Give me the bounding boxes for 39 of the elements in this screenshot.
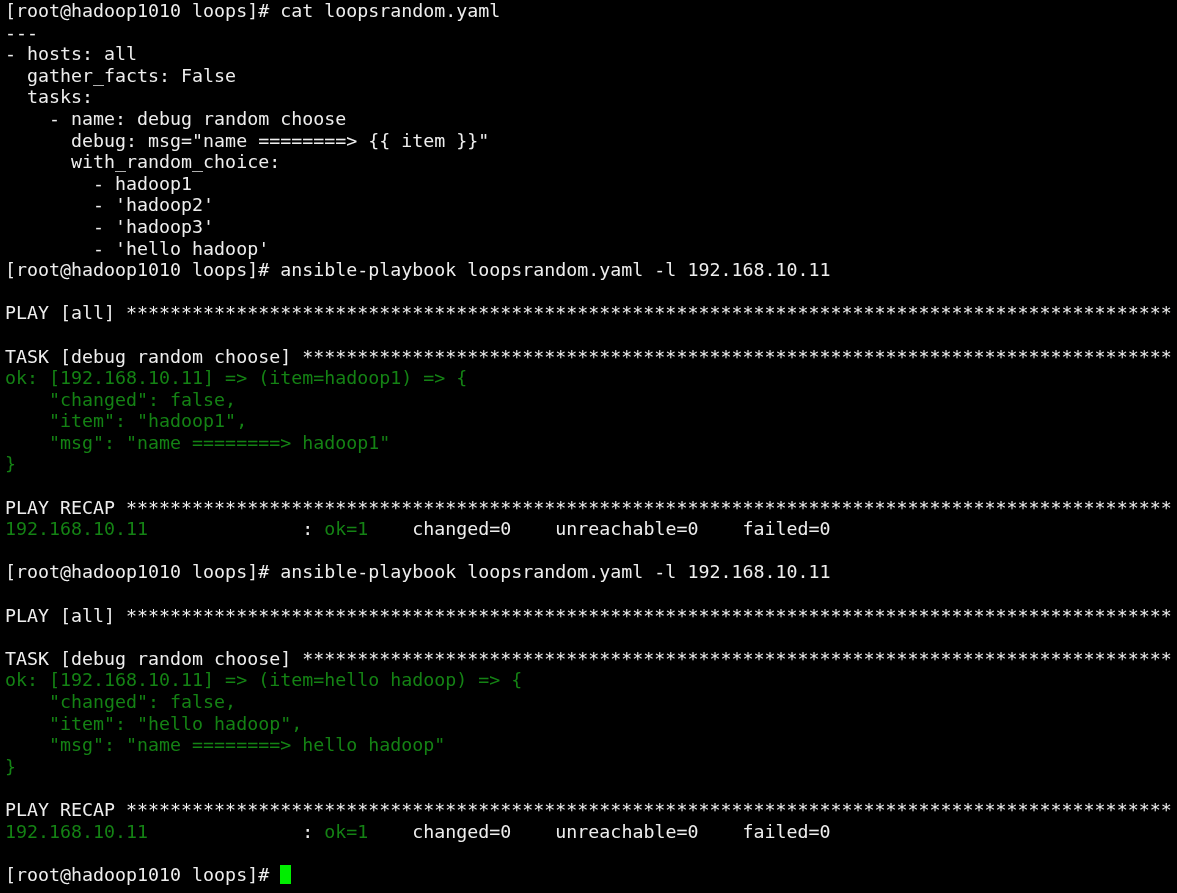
terminal-text: : <box>301 518 315 540</box>
terminal-text: TASK [debug random choose] ******************************************************************************* <box>5 647 1172 670</box>
terminal-text: "item": "hadoop1", <box>48 410 248 432</box>
terminal-text: ok: [192.168.10.11] => (item=hadoop1) => { <box>5 367 468 389</box>
terminal-text: PLAY [all] *********************************************************************************************** <box>5 604 1172 627</box>
terminal-text: } <box>5 755 16 778</box>
terminal-text: [root@hadoop1010 loops]# ansible-playbook loopsrandom.yaml -l 192.168.10.11 <box>5 561 831 584</box>
terminal-text: ok=1 <box>324 518 369 540</box>
terminal-text: PLAY RECAP *********************************************************************************************** <box>5 496 1172 519</box>
terminal-text: TASK [debug random choose] ******************************************************************************* <box>5 345 1172 368</box>
terminal-text: "changed": false, <box>48 388 237 411</box>
terminal-text: "msg": "name ========> hadoop1" <box>48 431 391 454</box>
terminal-text: : <box>301 820 315 843</box>
terminal-text: [root@hadoop1010 loops]# cat loopsrandom.yaml <box>5 0 501 22</box>
terminal-text: ok: [192.168.10.11] => (item=hello hadoop) => { <box>5 669 523 691</box>
terminal-text: [root@hadoop1010 loops]# <box>5 863 271 886</box>
terminal-text: } <box>5 453 16 476</box>
terminal-text: debug: msg="name ========> {{ item }}" <box>70 129 490 152</box>
terminal-text: PLAY RECAP *********************************************************************************************** <box>5 798 1172 821</box>
terminal-text: - 'hadoop2' <box>92 194 215 216</box>
terminal-text: "msg": "name ========> hello hadoop" <box>48 734 446 756</box>
terminal-text: --- <box>5 21 39 44</box>
terminal-text: "item": "hello hadoop", <box>48 712 303 735</box>
terminal-text: - 'hadoop3' <box>92 215 215 238</box>
terminal-text: tasks: <box>26 86 94 108</box>
terminal-text: - hosts: all <box>5 43 138 65</box>
terminal-text: 192.168.10.11 <box>5 820 149 843</box>
terminal-text: ok=1 <box>324 820 369 843</box>
terminal-text: "changed": false, <box>48 691 237 713</box>
terminal-text: 192.168.10.11 <box>5 518 149 540</box>
terminal-text: gather_facts: False <box>26 64 237 87</box>
terminal-text: with_random_choice: <box>70 151 281 173</box>
terminal-text: - 'hello hadoop' <box>92 237 270 260</box>
terminal-text: changed=0 unreachable=0 failed=0 <box>411 518 831 540</box>
terminal-text: - hadoop1 <box>92 172 193 195</box>
terminal-text: PLAY [all] *********************************************************************************************** <box>5 302 1172 324</box>
terminal-text: [root@hadoop1010 loops]# ansible-playbook loopsrandom.yaml -l 192.168.10.11 <box>5 259 831 281</box>
terminal-text: changed=0 unreachable=0 failed=0 <box>411 820 831 843</box>
terminal-text: - name: debug random choose <box>48 107 347 130</box>
